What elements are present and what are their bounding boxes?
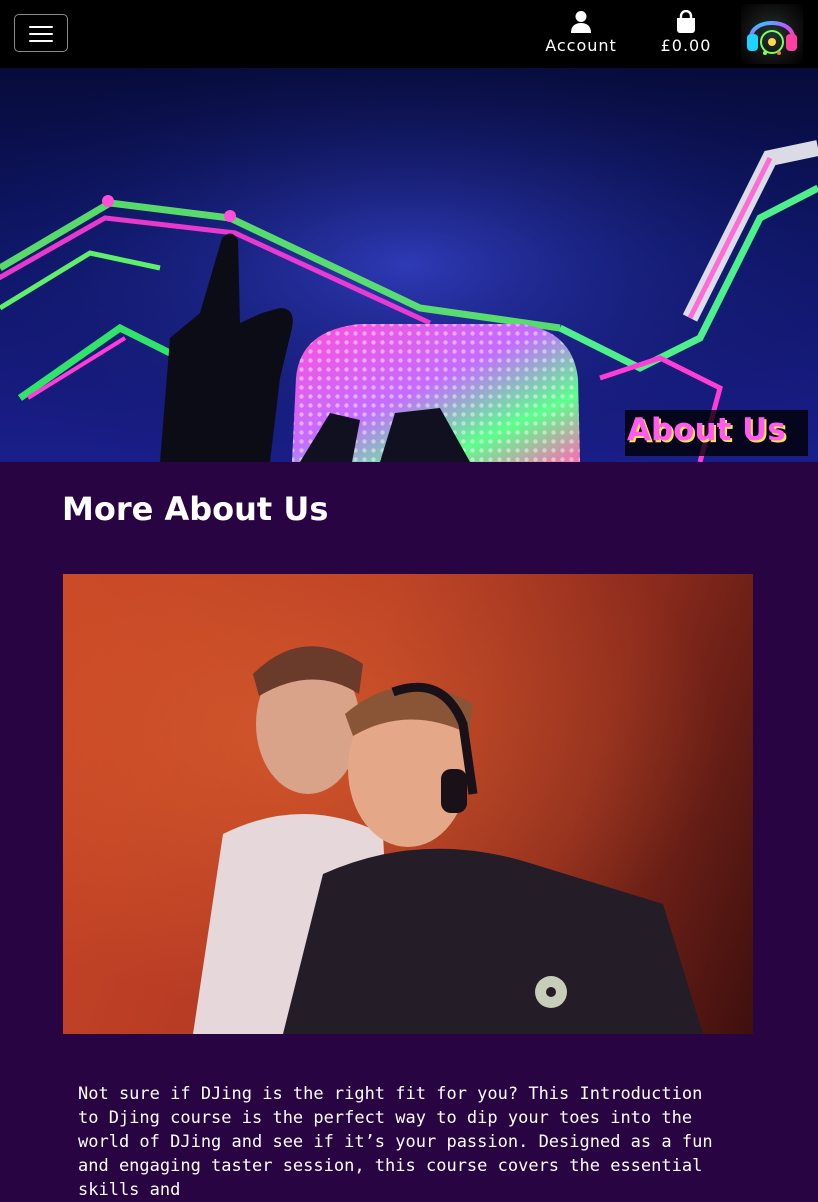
about-paragraph: Not sure if DJing is the right fit for y… (78, 1084, 713, 1200)
site-logo[interactable] (741, 4, 803, 64)
hero-caption-box: About Us (625, 410, 808, 456)
hero-caption: About Us (627, 412, 786, 448)
shopping-bag-icon (677, 10, 695, 33)
user-icon (571, 11, 591, 33)
hero-banner: About Us (0, 68, 818, 462)
menu-toggle-button[interactable] (14, 14, 68, 52)
menu-icon-line (29, 26, 53, 28)
hero-dj-image (0, 68, 818, 462)
djs-photo (63, 574, 753, 1034)
page-heading: More About Us (62, 490, 329, 528)
basket-total: £0.00 (660, 36, 712, 55)
account-link[interactable]: Account (541, 10, 621, 55)
account-label: Account (545, 36, 617, 55)
menu-icon-line (29, 40, 53, 42)
basket-link[interactable]: £0.00 (654, 10, 718, 55)
headphones-logo (747, 21, 797, 55)
djs-photo-illustration (63, 574, 753, 1034)
top-navbar: Account £0.00 (0, 0, 818, 68)
menu-icon-line (29, 33, 53, 35)
